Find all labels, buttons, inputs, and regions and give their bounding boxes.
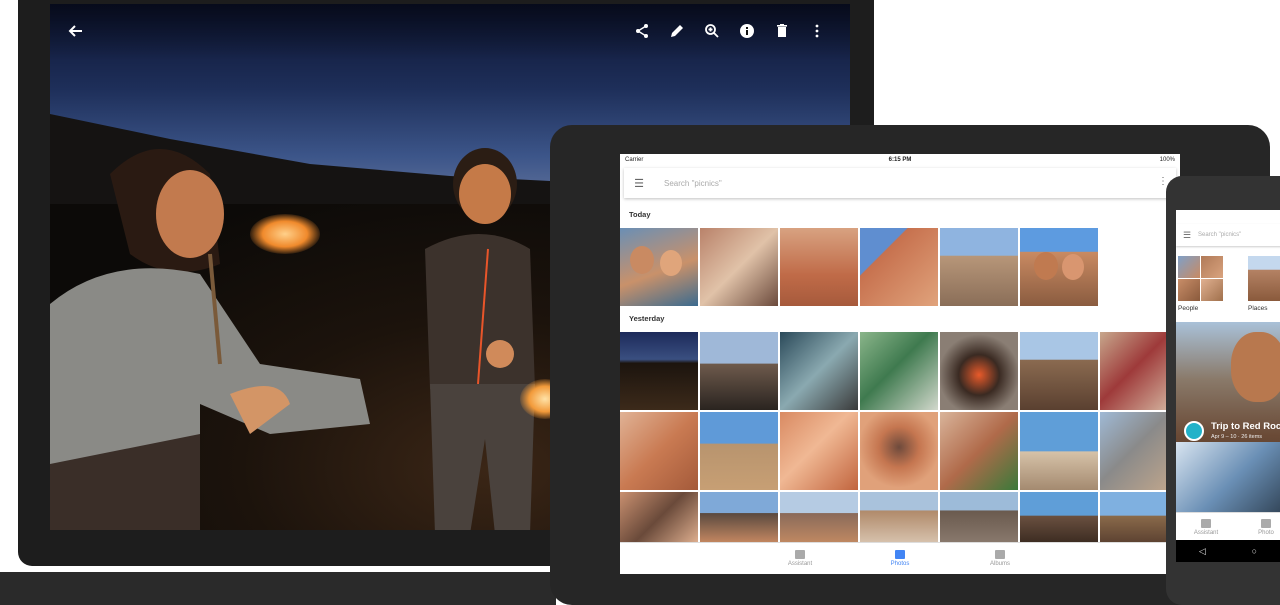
- photo-thumbnail[interactable]: [1020, 492, 1098, 544]
- person-thumbnail[interactable]: [1201, 279, 1223, 301]
- more-vert-icon[interactable]: [805, 19, 829, 43]
- carrier-label: Carrier: [625, 157, 644, 163]
- zoom-in-icon[interactable]: [700, 19, 724, 43]
- photo-thumbnail[interactable]: [860, 332, 938, 410]
- boy-figure: [425, 148, 535, 530]
- phone-search-placeholder: Search "picnics": [1198, 232, 1242, 238]
- photo-thumbnail[interactable]: [620, 492, 698, 544]
- person-thumbnail[interactable]: [1178, 279, 1200, 301]
- nav-label: Assistant: [787, 561, 813, 567]
- phone-search-bar[interactable]: ☰ Search "picnics": [1176, 224, 1280, 246]
- info-icon[interactable]: [735, 19, 759, 43]
- person-thumbnail[interactable]: [1201, 256, 1223, 278]
- photo-thumbnail[interactable]: [860, 492, 938, 544]
- nav-label: Assistant: [1193, 530, 1219, 536]
- place-thumbnail[interactable]: [1248, 256, 1280, 301]
- photo-thumbnail[interactable]: [940, 492, 1018, 544]
- photo-thumbnail[interactable]: [1020, 228, 1098, 306]
- photo-thumbnail[interactable]: [780, 412, 858, 490]
- photo-thumbnail[interactable]: [940, 228, 1018, 306]
- photo-thumbnail[interactable]: [860, 228, 938, 306]
- photo-thumbnail[interactable]: [620, 332, 698, 410]
- nav-photos[interactable]: Photo: [1246, 519, 1280, 536]
- trash-icon[interactable]: [770, 19, 794, 43]
- hamburger-menu-icon[interactable]: ☰: [1176, 230, 1198, 241]
- search-bar: ☰ ⋮: [624, 168, 1176, 198]
- ios-status-bar: Carrier 6:15 PM 100%: [620, 154, 1180, 166]
- photo-thumbnail[interactable]: [860, 412, 938, 490]
- search-input[interactable]: [654, 178, 1134, 188]
- section-today-label: Today: [629, 210, 651, 219]
- photo-icon: [1261, 519, 1271, 528]
- marshmallow-flame-left: [250, 214, 320, 254]
- photo-thumbnail[interactable]: [700, 332, 778, 410]
- photo-thumbnail[interactable]: [1020, 332, 1098, 410]
- nav-photos[interactable]: Photos: [880, 550, 920, 567]
- photo-thumbnail[interactable]: [780, 492, 858, 544]
- marketing-scene: Carrier 6:15 PM 100% ☰ ⋮ Today: [0, 0, 1280, 605]
- nav-assistant[interactable]: Assistant: [780, 550, 820, 567]
- category-label-people: People: [1178, 305, 1199, 312]
- back-triangle-icon[interactable]: ◁: [1199, 546, 1206, 557]
- assistant-icon: [795, 550, 805, 559]
- photo-thumbnail[interactable]: [780, 332, 858, 410]
- category-label-places: Places: [1248, 305, 1268, 312]
- picnic-photo: [1176, 442, 1280, 512]
- photo-thumbnail[interactable]: [1020, 412, 1098, 490]
- photo-thumbnail[interactable]: [620, 228, 698, 306]
- nav-label: Photo: [1258, 530, 1274, 536]
- nav-albums[interactable]: Albums: [980, 550, 1020, 567]
- pencil-icon[interactable]: [665, 19, 689, 43]
- photo-thumbnail[interactable]: [620, 412, 698, 490]
- section-yesterday-label: Yesterday: [629, 314, 665, 323]
- tablet-device: Carrier 6:15 PM 100% ☰ ⋮ Today: [550, 125, 1270, 605]
- viewer-toolbar: [50, 4, 850, 60]
- photo-icon: [895, 550, 905, 559]
- share-icon[interactable]: [630, 19, 654, 43]
- battery-label: 100%: [1159, 157, 1175, 163]
- trip-subtitle: Apr 9 – 10 · 26 items: [1211, 434, 1263, 440]
- photo-thumbnail[interactable]: [700, 412, 778, 490]
- nav-label: Albums: [989, 561, 1010, 567]
- assistant-icon: [1201, 519, 1211, 528]
- arrow-back-icon[interactable]: [64, 19, 88, 43]
- nav-label: Photos: [890, 561, 910, 567]
- nav-assistant[interactable]: Assistant: [1186, 519, 1226, 536]
- photos-grid-screen: Carrier 6:15 PM 100% ☰ ⋮ Today: [620, 154, 1180, 574]
- phone-bottom-navigation: Assistant Photo: [1176, 512, 1280, 542]
- photo-thumbnail[interactable]: [780, 228, 858, 306]
- trip-badge-icon: [1184, 421, 1204, 441]
- selfie-face: [1231, 332, 1280, 402]
- laptop-base: [0, 572, 556, 605]
- home-circle-icon[interactable]: ○: [1252, 546, 1257, 556]
- phone-screen: ☰ Search "picnics" People Places Trip to…: [1176, 210, 1280, 560]
- photo-thumbnail[interactable]: [940, 412, 1018, 490]
- android-navigation-bar: ◁ ○: [1176, 540, 1280, 562]
- photo-thumbnail[interactable]: [700, 228, 778, 306]
- hamburger-menu-icon[interactable]: ☰: [624, 177, 654, 190]
- photo-thumbnail[interactable]: [700, 492, 778, 544]
- trip-title: Trip to Red Rock: [1211, 421, 1280, 432]
- trip-card[interactable]: Trip to Red Rock Apr 9 – 10 · 26 items: [1176, 322, 1280, 512]
- woman-figure: [50, 149, 370, 530]
- albums-icon: [995, 550, 1005, 559]
- photo-thumbnail[interactable]: [940, 332, 1018, 410]
- bottom-navigation: Assistant Photos Albums: [620, 542, 1180, 574]
- status-time: 6:15 PM: [888, 157, 912, 163]
- person-thumbnail[interactable]: [1178, 256, 1200, 278]
